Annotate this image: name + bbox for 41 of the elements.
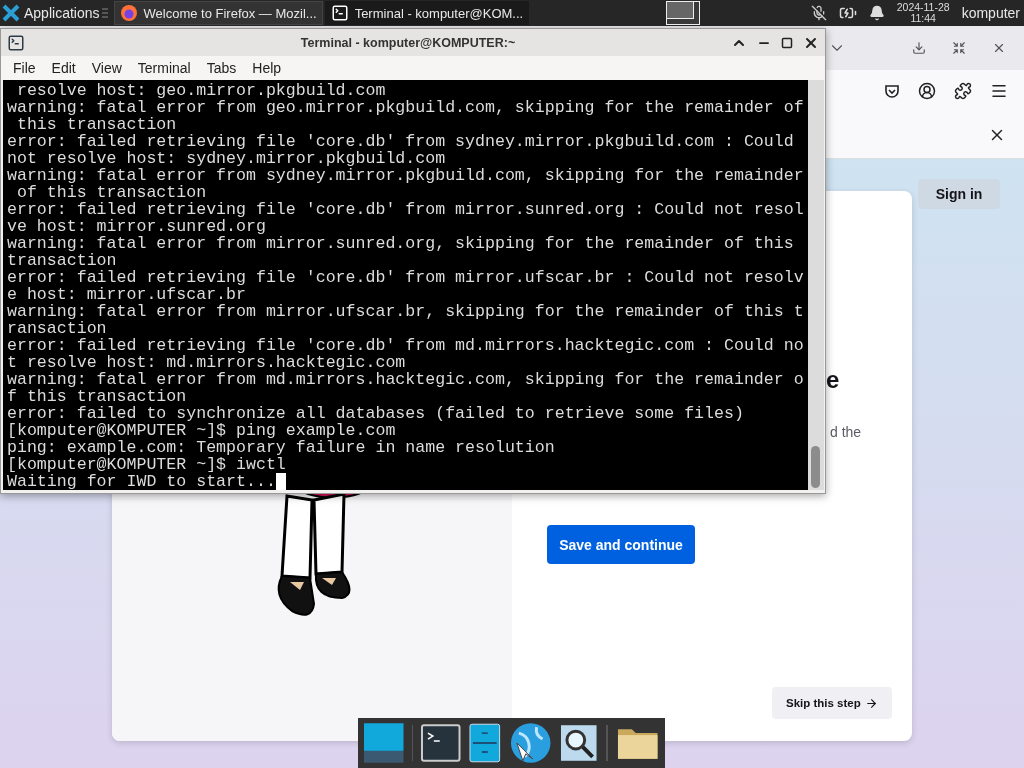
heading-text: e: [826, 366, 841, 394]
terminal-line: error: failed retrieving file 'core.db' from sydney.mirror.pkgbuild.com : Could: [7, 133, 794, 150]
terminal-line: Waiting for IWD to start...: [7, 473, 276, 490]
applications-menu[interactable]: Applications: [0, 0, 102, 26]
terminal-line: error: failed retrieving file 'core.db' from mirror.ufscar.br : Could not resolv: [7, 269, 804, 286]
user-name[interactable]: komputer: [961, 5, 1020, 21]
terminal-line: of this transaction: [15, 184, 207, 201]
taskbar-button[interactable]: Welcome to Firefox — Mozil...: [113, 1, 323, 25]
menu-item[interactable]: File: [5, 60, 44, 76]
menu-item[interactable]: Tabs: [198, 60, 245, 76]
description-text: d the: [830, 424, 863, 440]
taskbar-button[interactable]: Terminal - komputer@KOM...: [324, 1, 530, 25]
menu-item[interactable]: Terminal: [129, 60, 199, 76]
terminal-line: ransaction: [7, 320, 107, 337]
terminal-line: ve host: mirror.sunred.org: [7, 218, 266, 235]
save-and-continue-button[interactable]: Save and continue: [547, 525, 695, 564]
menu-item[interactable]: Help: [244, 60, 290, 76]
terminal-line: [komputer@KOMPUTER ~]$ iwctl: [7, 456, 286, 473]
terminal-line: error: failed retrieving file 'core.db' from mirror.sunred.org : Could not resol: [7, 201, 804, 218]
terminal-line: error: failed to synchronize all databases (failed to retrieve some files): [7, 405, 744, 422]
terminal-line: warning: fatal error from mirror.sunred.org, skipping for the remainder of this: [7, 235, 794, 252]
terminal-line: t resolve host: md.mirrors.hacktegic.com: [7, 354, 406, 371]
terminal-line: warning: fatal error from sydney.mirror.pkgbuild.com, skipping for the remainder: [7, 167, 804, 184]
terminal-line: warning: fatal error from md.mirrors.hacktegic.com, skipping for the remainder o: [7, 371, 804, 388]
terminal-line: this transaction: [15, 116, 177, 133]
window-title: Terminal - komputer@KOMPUTER:~: [299, 35, 517, 50]
menu-item[interactable]: View: [83, 60, 130, 76]
skip-button[interactable]: Skip this step: [772, 687, 892, 719]
terminal-line: error: failed retrieving file 'core.db' from md.mirrors.hacktegic.com : Could no: [7, 337, 804, 354]
terminal-line: ping: example.com: Temporary failure in name resolution: [7, 439, 555, 456]
terminal-line: warning: fatal error from geo.mirror.pkgbuild.com, skipping for the remainder of: [7, 99, 804, 116]
terminal-line: resolve host: geo.mirror.pkgbuild.com: [15, 82, 386, 99]
terminal-line: e host: mirror.ufscar.br: [7, 286, 246, 303]
terminal-line: f this transaction: [7, 388, 187, 405]
terminal-line: not resolve host: sydney.mirror.pkgbuild.com: [7, 150, 446, 167]
sign-in-button[interactable]: Sign in: [918, 179, 1000, 209]
menu-item[interactable]: Edit: [43, 60, 84, 76]
clock[interactable]: 2024-11-28 11:44: [896, 2, 950, 24]
terminal-line: transaction: [7, 252, 117, 269]
terminal-line: warning: fatal error from mirror.ufscar.br, skipping for the remainder of this t: [7, 303, 804, 320]
terminal-line: [komputer@KOMPUTER ~]$ ping example.com: [7, 422, 396, 439]
